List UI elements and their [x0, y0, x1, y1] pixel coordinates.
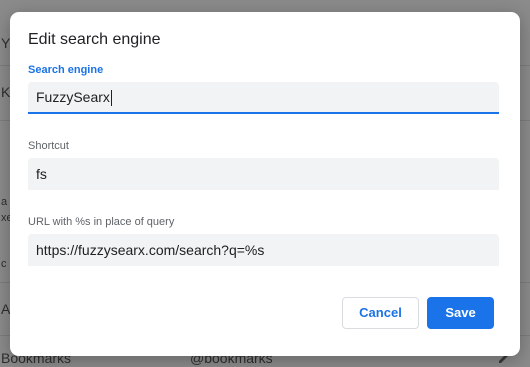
background-row-fragment: a [1, 196, 8, 208]
shortcut-field[interactable]: fs [28, 158, 499, 190]
background-row-fragment: K [1, 84, 11, 100]
url-field[interactable]: https://fuzzysearx.com/search?q=%s [28, 234, 499, 266]
url-value: https://fuzzysearx.com/search?q=%s [36, 242, 265, 258]
shortcut-value: fs [36, 166, 47, 182]
url-label: URL with %s in place of query [28, 216, 175, 228]
shortcut-label: Shortcut [28, 140, 69, 152]
search-engine-value: FuzzySearx [36, 89, 110, 105]
cancel-button[interactable]: Cancel [342, 297, 419, 329]
save-button[interactable]: Save [427, 297, 494, 329]
dialog-title: Edit search engine [28, 31, 161, 48]
search-engine-field[interactable]: FuzzySearx [28, 82, 499, 114]
text-cursor [110, 90, 112, 107]
background-row-fragment: Y [1, 35, 11, 51]
search-engine-label: Search engine [28, 64, 104, 76]
background-row-fragment: A [1, 301, 11, 317]
background-row-fragment: c [1, 258, 7, 270]
